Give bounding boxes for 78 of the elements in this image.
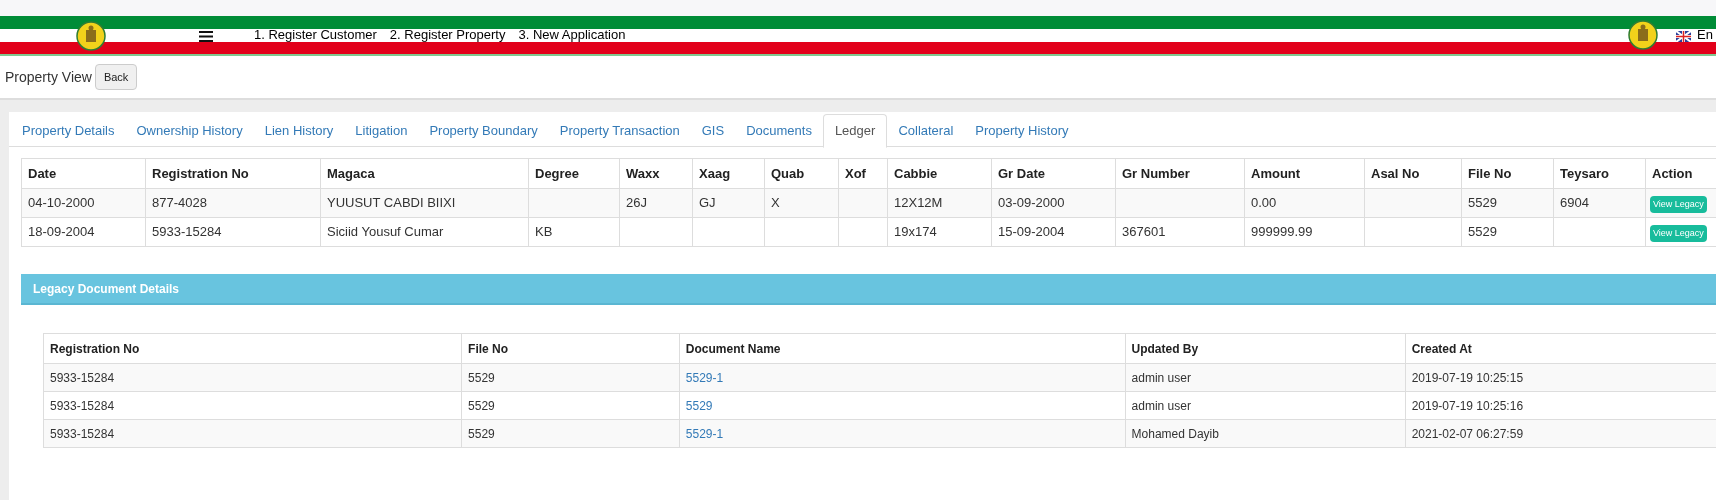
table-cell: GJ	[699, 195, 716, 211]
table-cell: 877-4028	[152, 195, 207, 211]
table-cell: admin user	[1131, 398, 1191, 413]
table-cell: admin user	[1131, 370, 1191, 385]
table-cell: KB	[535, 224, 553, 240]
column-header: Gr Date	[991, 158, 1116, 189]
column-header: Registration No	[43, 333, 462, 364]
table-cell: 999999.99	[1251, 224, 1313, 240]
tab[interactable]: Property Details	[11, 114, 126, 147]
tab[interactable]: Property Transaction	[548, 114, 691, 147]
table-cell: 367601	[1122, 224, 1166, 240]
table-cell: 5933-15284	[152, 224, 222, 240]
table-cell: 04-10-2000	[28, 195, 95, 211]
tab[interactable]: Property Boundary	[418, 114, 549, 147]
column-header: File No	[1461, 158, 1554, 189]
tab[interactable]: Ledger	[822, 114, 888, 148]
table-cell: 5529	[468, 398, 495, 413]
table-cell: Mohamed Dayib	[1131, 426, 1219, 441]
emblem-logo-icon	[1628, 20, 1658, 50]
table-cell: 5933-15284	[50, 426, 115, 441]
page-title: Property View	[5, 67, 92, 87]
column-header: Date	[21, 158, 146, 189]
table-cell: X	[771, 195, 780, 211]
column-header: Magaca	[320, 158, 529, 189]
table-cell: Siciid Yousuf Cumar	[327, 224, 444, 240]
table-cell: 5529	[468, 370, 495, 385]
table-cell: 26J	[626, 195, 647, 211]
table-cell: 2019-07-19 10:25:15	[1411, 370, 1524, 385]
column-header: File No	[461, 333, 680, 364]
column-header: Waxx	[619, 158, 693, 189]
column-header: Xof	[838, 158, 888, 189]
column-header: Cabbie	[887, 158, 992, 189]
table-cell: 15-09-2004	[998, 224, 1065, 240]
tab[interactable]: Collateral	[887, 114, 965, 147]
column-header: Teysaro	[1553, 158, 1646, 189]
table-cell: 19x174	[894, 224, 937, 240]
column-header: Registration No	[145, 158, 321, 189]
column-header: Document Name	[679, 333, 1126, 364]
nav-link[interactable]: 3. New Application	[518, 28, 626, 41]
document-link[interactable]: 5529	[685, 398, 713, 413]
table-cell: 2019-07-19 10:25:16	[1411, 398, 1524, 413]
back-button[interactable]: Back	[94, 63, 138, 91]
column-header: Degree	[528, 158, 620, 189]
table-cell: 5529	[1468, 195, 1497, 211]
nav-link[interactable]: 1. Register Customer	[254, 28, 377, 41]
table-cell: 6904	[1560, 195, 1589, 211]
table-cell: 03-09-2000	[998, 195, 1065, 211]
table-cell: 5933-15284	[50, 370, 115, 385]
column-header: Asal No	[1364, 158, 1462, 189]
language-label[interactable]: En	[1697, 28, 1713, 41]
column-header: Quab	[764, 158, 839, 189]
tab[interactable]: Litigation	[344, 114, 419, 147]
table-cell: 5933-15284	[50, 398, 115, 413]
section-title: Legacy Document Details	[33, 280, 180, 298]
column-header: Created At	[1405, 333, 1716, 364]
column-header: Updated By	[1125, 333, 1406, 364]
menu-icon[interactable]	[199, 31, 213, 42]
column-header: Action	[1645, 158, 1716, 189]
table-cell: YUUSUT CABDI BIIXI	[327, 195, 456, 211]
tab[interactable]: Property History	[964, 114, 1080, 147]
tab[interactable]: Documents	[735, 114, 823, 147]
table-cell: 5529	[1468, 224, 1497, 240]
table-cell: 18-09-2004	[28, 224, 95, 240]
tab[interactable]: Ownership History	[125, 114, 254, 147]
column-header: Xaag	[692, 158, 765, 189]
table-cell: 12X12M	[894, 195, 943, 211]
document-link[interactable]: 5529-1	[685, 370, 724, 385]
tab[interactable]: GIS	[690, 114, 736, 147]
column-header: Gr Number	[1115, 158, 1245, 189]
column-header: Amount	[1244, 158, 1365, 189]
nav-link[interactable]: 2. Register Property	[389, 28, 506, 41]
flag-icon[interactable]	[1676, 31, 1691, 42]
tab[interactable]: Lien History	[253, 114, 345, 147]
emblem-logo-icon	[76, 21, 106, 51]
table-cell: 0.00	[1251, 195, 1277, 211]
document-link[interactable]: 5529-1	[685, 426, 724, 441]
table-cell: 5529	[468, 426, 495, 441]
table-cell: 2021-02-07 06:27:59	[1411, 426, 1524, 441]
